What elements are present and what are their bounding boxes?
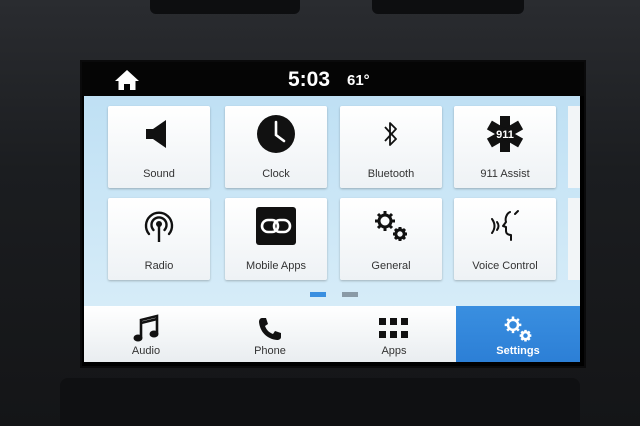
link-icon xyxy=(256,207,296,245)
page-indicator-active[interactable] xyxy=(310,292,326,297)
nav-label: Audio xyxy=(131,345,161,357)
tile-clock[interactable]: Clock xyxy=(225,106,327,188)
nav-apps[interactable]: Apps xyxy=(332,306,456,362)
next-page-peek xyxy=(568,106,580,188)
home-icon xyxy=(115,70,139,90)
grid-icon xyxy=(379,318,408,338)
hardware-knob-left xyxy=(150,0,300,14)
tile-radio[interactable]: Radio xyxy=(108,198,210,280)
music-note-icon xyxy=(133,314,159,342)
nav-audio[interactable]: Audio xyxy=(84,306,208,362)
tile-general[interactable]: General xyxy=(340,198,442,280)
nav-label: Settings xyxy=(496,345,540,357)
tile-label: Bluetooth xyxy=(367,168,415,180)
tile-voice-control[interactable]: Voice Control xyxy=(454,198,556,280)
tile-label: Sound xyxy=(143,168,175,180)
badge-911: 911 xyxy=(496,129,514,141)
gears-icon xyxy=(375,211,407,241)
nav-label: Phone xyxy=(254,345,286,357)
gears-icon xyxy=(504,316,532,342)
next-page-peek xyxy=(568,198,580,280)
bluetooth-icon xyxy=(384,122,397,146)
touchscreen: 5:03 61° Sound Clock Bluetooth 911 911 A… xyxy=(80,60,586,368)
tile-mobile-apps[interactable]: Mobile Apps xyxy=(225,198,327,280)
outside-temperature: 61° xyxy=(347,72,370,89)
tile-label: Clock xyxy=(262,168,290,180)
clock-icon xyxy=(257,115,295,153)
voice-icon xyxy=(491,210,519,241)
tile-sound[interactable]: Sound xyxy=(108,106,210,188)
nav-phone[interactable]: Phone xyxy=(208,306,332,362)
radio-antenna-icon xyxy=(144,211,174,242)
nav-settings[interactable]: Settings xyxy=(456,306,580,362)
nav-label: Apps xyxy=(381,345,407,357)
tile-bluetooth[interactable]: Bluetooth xyxy=(340,106,442,188)
bottom-nav-bar: Audio Phone Apps Settings xyxy=(84,306,580,362)
hardware-knob-right xyxy=(372,0,524,14)
tile-911-assist[interactable]: 911 911 Assist xyxy=(454,106,556,188)
clock-time: 5:03 xyxy=(288,68,331,91)
tile-label: 911 Assist xyxy=(480,168,530,180)
star-of-life-icon: 911 xyxy=(486,116,524,152)
speaker-icon xyxy=(146,120,166,148)
phone-icon xyxy=(259,318,281,340)
status-bar: 5:03 61° xyxy=(82,62,584,96)
home-button[interactable] xyxy=(114,68,140,92)
settings-grid: Sound Clock Bluetooth 911 911 Assist Rad… xyxy=(84,96,580,306)
page-indicator-inactive[interactable] xyxy=(342,292,358,297)
tile-label: Voice Control xyxy=(472,260,538,272)
dashboard-lower-trim xyxy=(60,378,580,426)
tile-label: Radio xyxy=(144,260,174,272)
tile-label: Mobile Apps xyxy=(246,260,306,272)
tile-label: General xyxy=(371,260,411,272)
